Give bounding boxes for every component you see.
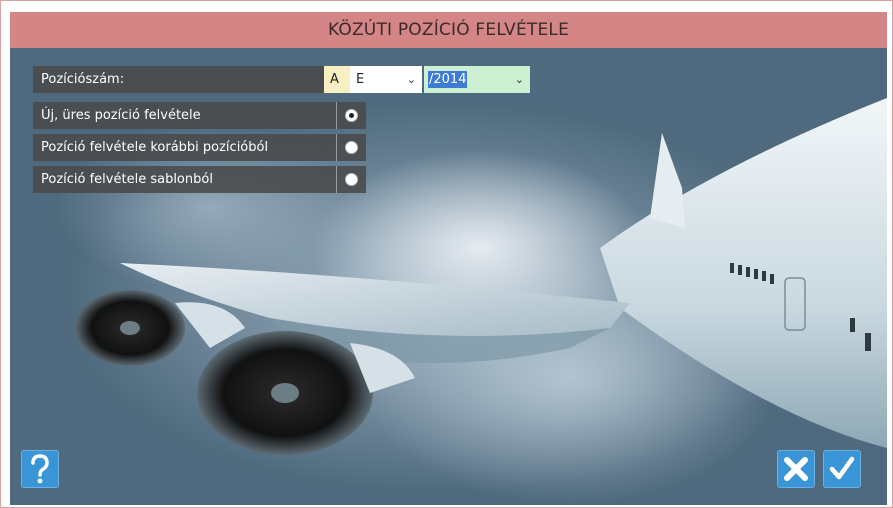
position-type-select[interactable]: E ⌄: [350, 66, 422, 93]
option-from-previous[interactable]: Pozíció felvétele korábbi pozícióból: [33, 134, 366, 161]
checkmark-icon: [829, 456, 855, 480]
chevron-down-icon[interactable]: ⌄: [407, 73, 416, 86]
option-label: Új, üres pozíció felvétele: [41, 108, 201, 123]
ok-button[interactable]: [823, 450, 861, 488]
question-mark-icon: [31, 454, 49, 484]
dialog-window: KÖZÚTI POZÍCIÓ FELVÉTELE Pozíciószám: Új…: [0, 0, 893, 508]
title-bar: KÖZÚTI POZÍCIÓ FELVÉTELE: [10, 12, 887, 48]
radio-cell[interactable]: [336, 166, 366, 193]
help-button[interactable]: [21, 450, 59, 488]
chevron-down-icon[interactable]: ⌄: [515, 73, 524, 86]
x-icon: [784, 457, 808, 481]
position-type-value: E: [356, 72, 365, 87]
background-image: Pozíciószám: Új, üres pozíció felvétele …: [10, 48, 887, 505]
radio-button[interactable]: [345, 173, 358, 186]
option-label: Pozíció felvétele sablonból: [41, 172, 213, 187]
option-new-empty[interactable]: Új, üres pozíció felvétele: [33, 102, 366, 129]
cancel-button[interactable]: [777, 450, 815, 488]
radio-cell[interactable]: [336, 102, 366, 129]
position-prefix-field[interactable]: A: [324, 66, 350, 93]
position-number-row: Pozíciószám:: [33, 66, 332, 93]
option-from-template[interactable]: Pozíció felvétele sablonból: [33, 166, 366, 193]
position-prefix-value: A: [330, 72, 339, 87]
window-title: KÖZÚTI POZÍCIÓ FELVÉTELE: [327, 20, 570, 40]
option-label: Pozíció felvétele korábbi pozícióból: [41, 140, 269, 155]
position-year-value: /2014: [428, 71, 468, 88]
radio-button-selected[interactable]: [345, 109, 358, 122]
radio-button[interactable]: [345, 141, 358, 154]
position-number-label: Pozíciószám:: [41, 72, 125, 87]
radio-cell[interactable]: [336, 134, 366, 161]
position-year-select[interactable]: /2014 ⌄: [424, 66, 530, 93]
